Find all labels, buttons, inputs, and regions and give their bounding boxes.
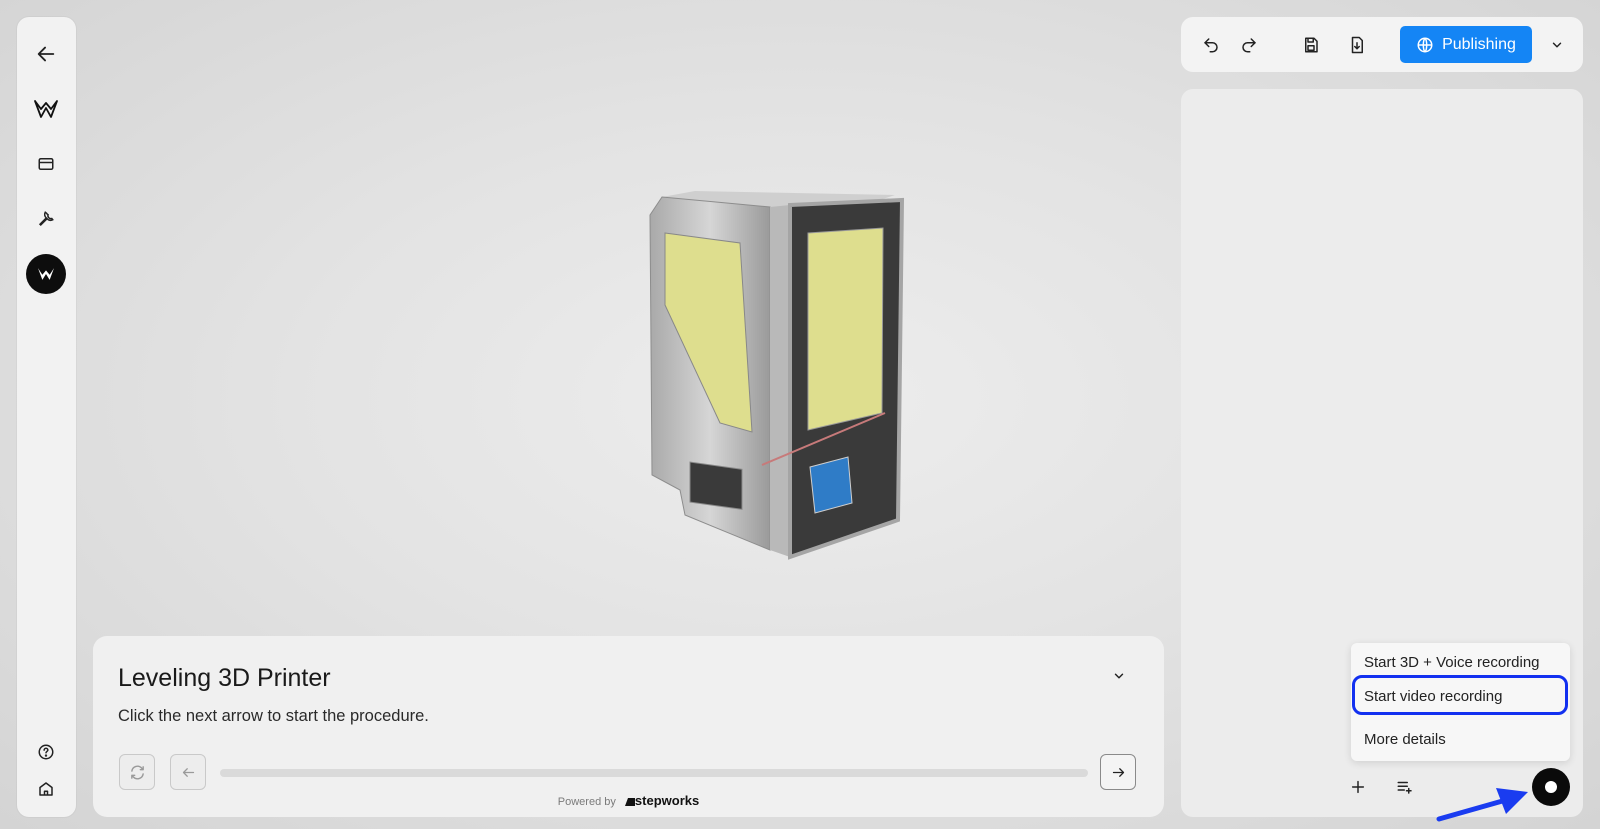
tools-button[interactable] — [26, 199, 66, 239]
add-step-button[interactable] — [1346, 775, 1370, 799]
collapse-card-button[interactable] — [1107, 664, 1131, 688]
download-button[interactable] — [1345, 33, 1369, 57]
sidebar — [17, 17, 76, 817]
printer-illustration — [649, 191, 905, 560]
brand-active-button[interactable] — [26, 254, 66, 294]
procedure-instruction: Click the next arrow to start the proced… — [118, 707, 429, 725]
card-button[interactable] — [26, 144, 66, 184]
top-toolbar: Publishing — [1181, 17, 1583, 72]
record-dot-icon — [1545, 781, 1557, 793]
chevron-down-icon — [1552, 42, 1562, 48]
next-step-button[interactable] — [1100, 754, 1136, 790]
list-add-icon — [1397, 781, 1412, 794]
menu-item-3d-voice-recording[interactable]: Start 3D + Voice recording — [1364, 654, 1540, 671]
procedure-card: Leveling 3D Printer Click the next arrow… — [93, 636, 1164, 817]
plus-icon — [1351, 780, 1365, 794]
menu-item-more-details[interactable]: More details — [1364, 731, 1446, 748]
pointer-arrow-annotation — [1436, 788, 1528, 822]
add-list-button[interactable] — [1393, 775, 1417, 799]
back-button[interactable] — [26, 34, 66, 74]
procedure-progress-bar — [220, 769, 1088, 777]
arrow-right-icon — [1112, 767, 1124, 777]
home-icon — [39, 782, 53, 796]
stepworks-brand: stepworks — [634, 793, 700, 808]
home-button[interactable] — [26, 769, 66, 809]
publish-options-dropdown[interactable] — [1545, 33, 1569, 57]
powered-by-label: Powered by — [557, 796, 616, 808]
arrow-left-icon — [37, 46, 55, 62]
card-icon — [38, 158, 54, 170]
powered-by: Powered by stepworks — [93, 793, 1164, 808]
restart-button[interactable] — [119, 754, 155, 790]
undo-button[interactable] — [1199, 33, 1223, 57]
stepworks-mark-icon — [624, 798, 635, 806]
brand-logo-button[interactable] — [26, 89, 66, 129]
stepworks-logo[interactable]: stepworks — [624, 793, 700, 808]
help-circle-icon — [38, 744, 54, 760]
help-button[interactable] — [26, 732, 66, 772]
publishing-label: Publishing — [1442, 35, 1516, 53]
undo-icon — [1204, 38, 1218, 53]
save-icon — [1305, 37, 1318, 53]
3d-printer-model[interactable] — [640, 185, 930, 570]
wrench-icon — [38, 211, 54, 227]
save-button[interactable] — [1299, 33, 1323, 57]
menu-item-video-recording[interactable]: Start video recording — [1364, 688, 1502, 705]
record-button[interactable] — [1532, 768, 1570, 806]
recording-menu: Start 3D + Voice recording Start video r… — [1351, 643, 1570, 761]
globe-icon — [1417, 37, 1433, 52]
procedure-title: Leveling 3D Printer — [118, 664, 331, 692]
arrow-left-icon — [182, 767, 194, 777]
previous-step-button[interactable] — [170, 754, 206, 790]
redo-icon — [1242, 38, 1256, 53]
publishing-button[interactable]: Publishing — [1400, 26, 1532, 63]
chevron-down-icon — [1114, 673, 1124, 679]
brand-logo-icon — [34, 100, 58, 118]
download-icon — [1351, 36, 1363, 54]
redo-button[interactable] — [1237, 33, 1261, 57]
brand-logo-active-icon — [38, 268, 54, 280]
refresh-icon — [130, 765, 144, 779]
